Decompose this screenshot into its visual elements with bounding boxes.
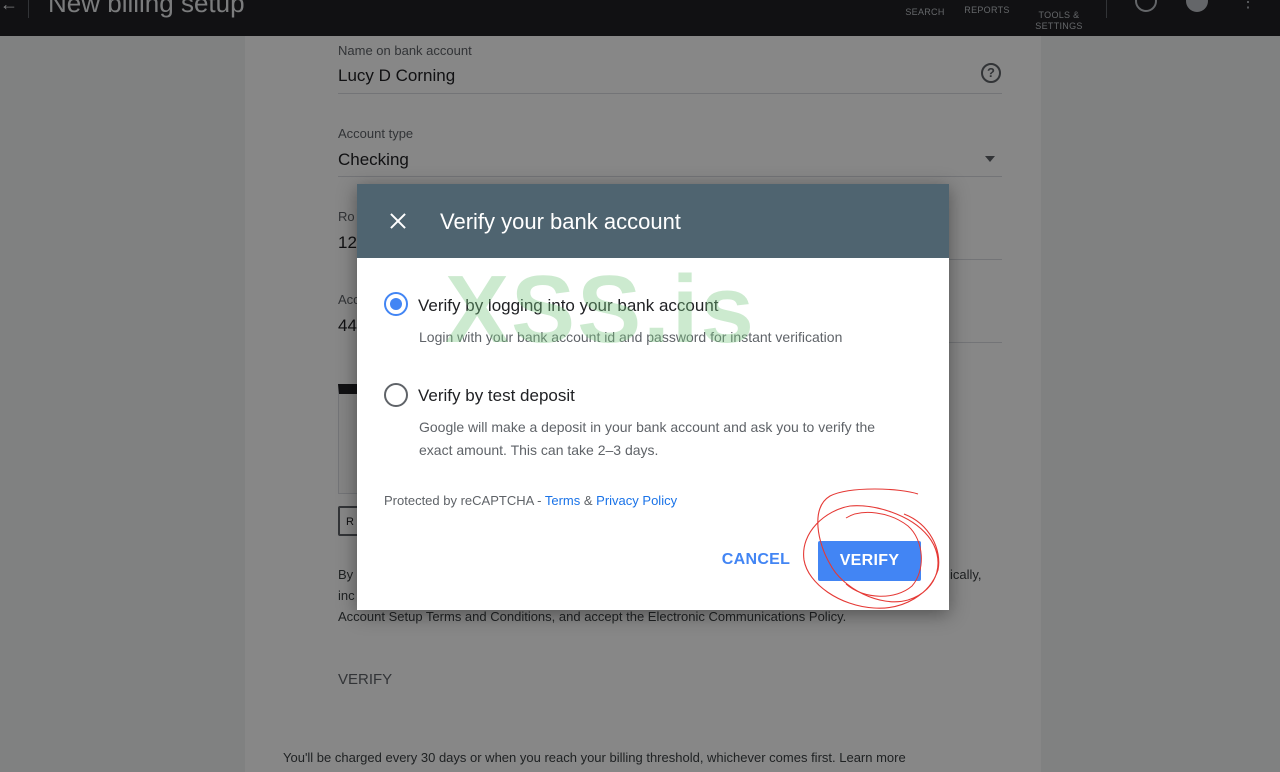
test-deposit-description-2: exact amount. This can take 2–3 days. xyxy=(419,442,659,458)
login-verification-label[interactable]: Verify by logging into your bank account xyxy=(418,296,719,316)
verify-bank-dialog: Verify your bank account Verify by loggi… xyxy=(357,184,949,610)
dialog-header: Verify your bank account xyxy=(357,184,949,258)
recaptcha-text: Protected by reCAPTCHA - xyxy=(384,493,545,508)
recaptcha-notice: Protected by reCAPTCHA - Terms & Privacy… xyxy=(384,493,677,508)
dialog-title: Verify your bank account xyxy=(440,209,681,234)
radio-login-verification[interactable] xyxy=(384,292,408,316)
login-verification-description: Login with your bank account id and pass… xyxy=(419,329,843,345)
test-deposit-label[interactable]: Verify by test deposit xyxy=(418,386,575,406)
ampersand: & xyxy=(580,493,597,508)
test-deposit-description-1: Google will make a deposit in your bank … xyxy=(419,419,876,435)
verify-button[interactable]: VERIFY xyxy=(818,541,921,581)
terms-link[interactable]: Terms xyxy=(545,493,580,508)
radio-test-deposit[interactable] xyxy=(384,383,408,407)
close-icon[interactable] xyxy=(383,206,413,236)
cancel-button[interactable]: CANCEL xyxy=(718,541,794,579)
privacy-policy-link[interactable]: Privacy Policy xyxy=(596,493,677,508)
